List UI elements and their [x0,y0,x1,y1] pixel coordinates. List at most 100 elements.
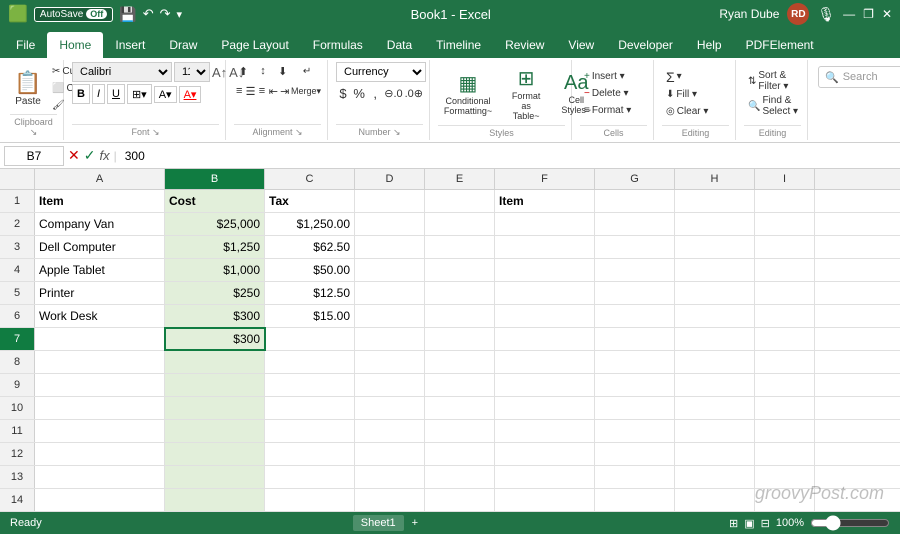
cell-e2[interactable] [425,213,495,235]
cell-reference-input[interactable] [4,146,64,166]
cell-a4[interactable]: Apple Tablet [35,259,165,281]
cell-e1[interactable] [425,190,495,212]
cell-e8[interactable] [425,351,495,373]
align-middle-button[interactable]: ↕ [254,62,273,80]
cell-h7[interactable] [675,328,755,350]
page-layout-icon[interactable]: ▣ [744,517,754,530]
cell-f2[interactable] [495,213,595,235]
cell-d3[interactable] [355,236,425,258]
minimize-icon[interactable]: — [843,7,855,21]
align-top-button[interactable]: ⬆ [234,62,253,80]
cell-b13[interactable] [165,466,265,488]
cell-g4[interactable] [595,259,675,281]
cell-i9[interactable] [755,374,815,396]
font-size-select[interactable]: 11101214 [174,62,210,82]
col-header-h[interactable]: H [675,169,755,189]
align-right-button[interactable]: ≡ [257,82,267,100]
row-header-7[interactable]: 7 [0,328,35,350]
cell-g6[interactable] [595,305,675,327]
cell-g5[interactable] [595,282,675,304]
tab-home[interactable]: Home [47,32,103,58]
cell-h1[interactable] [675,190,755,212]
cell-b12[interactable] [165,443,265,465]
cell-b9[interactable] [165,374,265,396]
cell-f13[interactable] [495,466,595,488]
cell-h2[interactable] [675,213,755,235]
fill-button[interactable]: ⬇ Fill ▾ [662,87,729,103]
row-header-3[interactable]: 3 [0,236,35,258]
tab-developer[interactable]: Developer [606,32,685,58]
cell-h14[interactable] [675,489,755,511]
font-family-select[interactable]: CalibriArialTimes New Roman [72,62,172,82]
add-sheet-button[interactable]: + [412,517,418,529]
cell-c10[interactable] [265,397,355,419]
cell-f4[interactable] [495,259,595,281]
cell-d9[interactable] [355,374,425,396]
quick-access-more[interactable]: ▾ [177,8,183,21]
tab-review[interactable]: Review [493,32,556,58]
cell-g2[interactable] [595,213,675,235]
cell-d10[interactable] [355,397,425,419]
cell-a3[interactable]: Dell Computer [35,236,165,258]
close-icon[interactable]: ✕ [882,7,892,21]
cell-d14[interactable] [355,489,425,511]
cell-a5[interactable]: Printer [35,282,165,304]
cell-i1[interactable] [755,190,815,212]
cell-g7[interactable] [595,328,675,350]
cell-i3[interactable] [755,236,815,258]
cell-d8[interactable] [355,351,425,373]
zoom-slider[interactable] [810,517,890,529]
tab-draw[interactable]: Draw [157,32,209,58]
tab-file[interactable]: File [4,32,47,58]
cell-g11[interactable] [595,420,675,442]
save-icon[interactable]: 💾 [119,6,136,23]
cell-d7[interactable] [355,328,425,350]
cell-f8[interactable] [495,351,595,373]
undo-icon[interactable]: ↶ [143,6,154,22]
row-header-2[interactable]: 2 [0,213,35,235]
cell-d6[interactable] [355,305,425,327]
cell-h12[interactable] [675,443,755,465]
page-break-icon[interactable]: ⊟ [761,517,770,530]
increase-decimal-button[interactable]: .0⊕ [405,84,423,102]
row-header-1[interactable]: 1 [0,190,35,212]
cell-a8[interactable] [35,351,165,373]
cell-i13[interactable] [755,466,815,488]
cell-f11[interactable] [495,420,595,442]
tab-formulas[interactable]: Formulas [301,32,375,58]
cell-i5[interactable] [755,282,815,304]
row-header-13[interactable]: 13 [0,466,35,488]
tab-pdfelement[interactable]: PDFElement [734,32,826,58]
cell-f10[interactable] [495,397,595,419]
col-header-d[interactable]: D [355,169,425,189]
cell-g9[interactable] [595,374,675,396]
paste-button[interactable]: 📋 Paste [10,62,46,114]
cell-f14[interactable] [495,489,595,511]
redo-icon[interactable]: ↷ [160,6,171,22]
cell-c12[interactable] [265,443,355,465]
normal-view-icon[interactable]: ⊞ [729,517,738,530]
cell-h3[interactable] [675,236,755,258]
number-format-select[interactable]: CurrencyGeneralNumberPercentage [336,62,426,82]
cell-i10[interactable] [755,397,815,419]
col-header-e[interactable]: E [425,169,495,189]
cell-c7[interactable] [265,328,355,350]
cell-d4[interactable] [355,259,425,281]
border-button[interactable]: ⊞▾ [127,84,152,104]
italic-button[interactable]: I [92,84,105,104]
cell-i6[interactable] [755,305,815,327]
currency-button[interactable]: $ [336,84,350,102]
autosave-badge[interactable]: AutoSave Off [34,7,113,22]
underline-button[interactable]: U [107,84,125,104]
cell-b10[interactable] [165,397,265,419]
cell-a12[interactable] [35,443,165,465]
search-box[interactable]: 🔍 Search [818,66,900,88]
cell-f5[interactable] [495,282,595,304]
cell-e7[interactable] [425,328,495,350]
cell-i2[interactable] [755,213,815,235]
cell-g1[interactable] [595,190,675,212]
row-header-10[interactable]: 10 [0,397,35,419]
cell-g13[interactable] [595,466,675,488]
cell-b8[interactable] [165,351,265,373]
cell-g8[interactable] [595,351,675,373]
